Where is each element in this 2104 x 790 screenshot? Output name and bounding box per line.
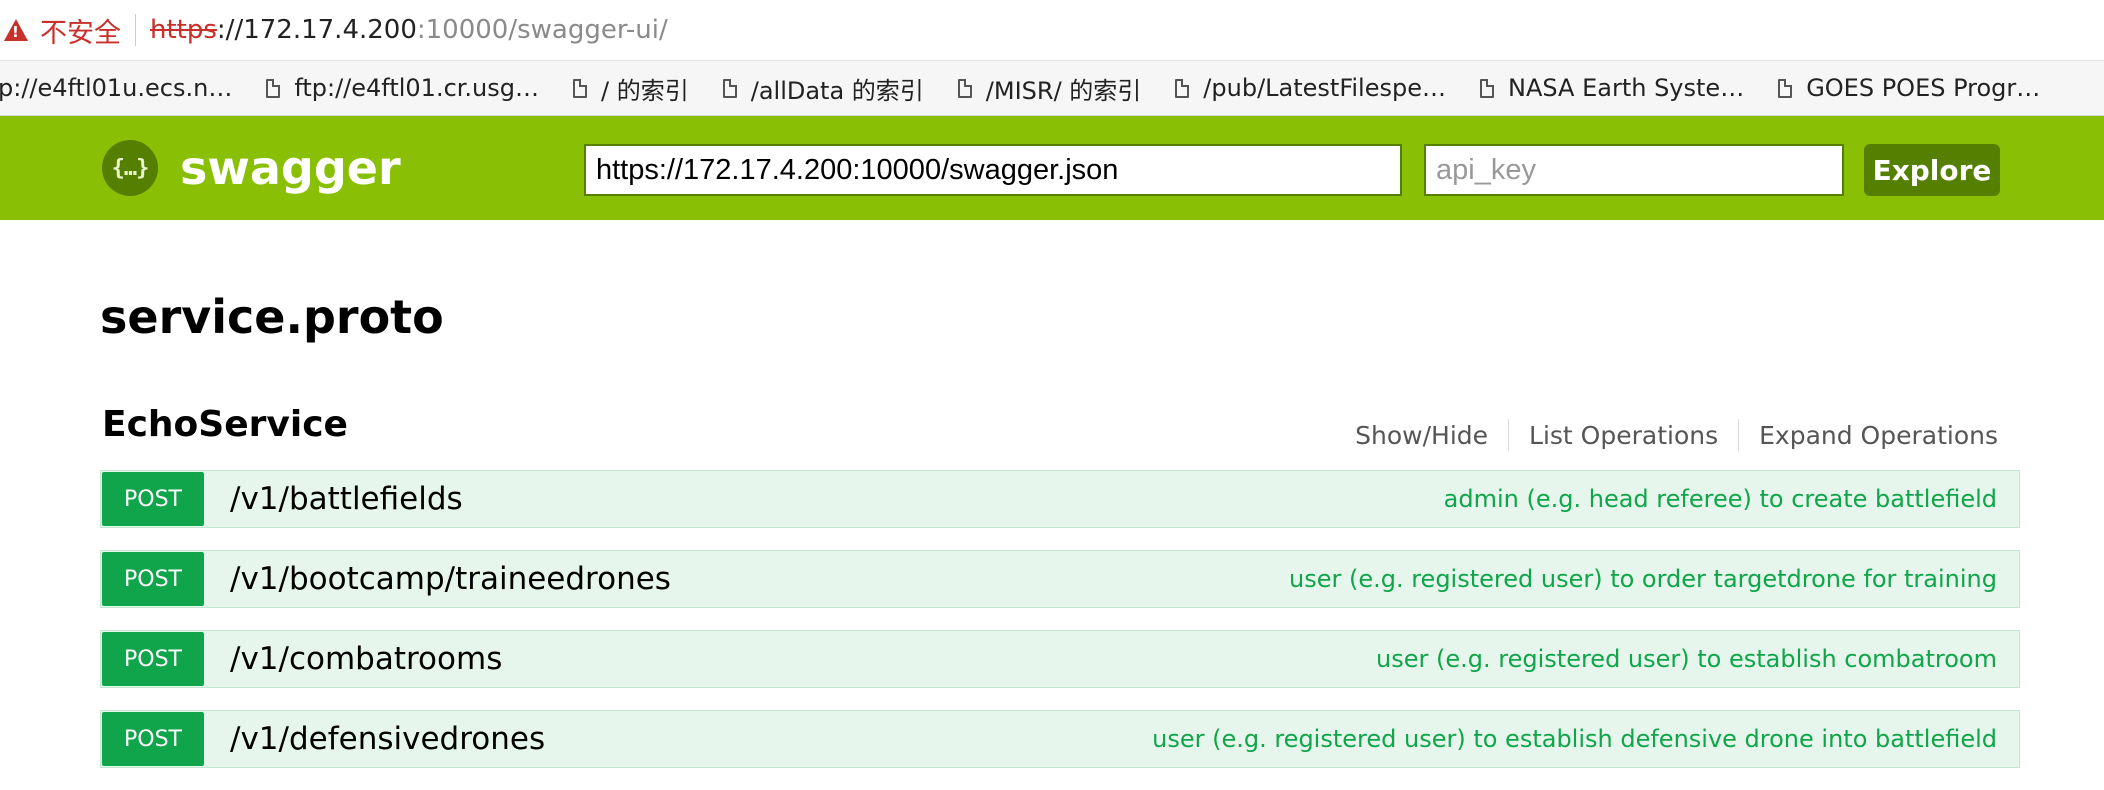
bookmark-label: / 的索引: [601, 76, 689, 105]
operation-path[interactable]: /v1/combatrooms: [230, 641, 502, 677]
swagger-logo-text: swagger: [180, 141, 401, 195]
api-key-input[interactable]: [1424, 144, 1844, 196]
warning-icon: [4, 19, 28, 41]
bookmarks-bar: p://e4ftl01u.ecs.n… ftp://e4ftl01.cr.usg…: [0, 61, 2104, 116]
bookmark-label: /pub/LatestFilespe…: [1203, 74, 1446, 102]
bookmark-label: /allData 的索引: [750, 76, 924, 105]
expand-operations-link[interactable]: Expand Operations: [1759, 421, 1998, 450]
bookmark-item[interactable]: p://e4ftl01u.ecs.n…: [0, 74, 232, 102]
operations-list: POST /v1/battlefields admin (e.g. head r…: [100, 470, 2020, 790]
document-icon: [1479, 78, 1494, 98]
operation-summary[interactable]: user (e.g. registered user) to establish…: [1152, 725, 1997, 753]
document-icon: [722, 78, 737, 98]
url-scheme: https: [150, 15, 217, 45]
bookmark-item[interactable]: NASA Earth Syste…: [1479, 74, 1745, 102]
bookmark-label: GOES POES Progr…: [1806, 74, 2041, 102]
document-icon: [1175, 78, 1190, 98]
operation-summary[interactable]: user (e.g. registered user) to order tar…: [1289, 565, 1997, 593]
address-url[interactable]: https://172.17.4.200:10000/swagger-ui/: [150, 15, 668, 45]
bookmark-item[interactable]: /MISR/ 的索引: [957, 71, 1142, 106]
bookmark-label: ftp://e4ftl01.cr.usg…: [294, 74, 540, 102]
operation-path[interactable]: /v1/defensivedrones: [230, 721, 545, 757]
resource-name[interactable]: EchoService: [102, 404, 348, 445]
http-method-badge[interactable]: POST: [102, 472, 204, 526]
bookmark-label: NASA Earth Syste…: [1507, 74, 1745, 102]
http-method-badge[interactable]: POST: [102, 632, 204, 686]
insecure-label[interactable]: 不安全: [40, 11, 121, 50]
operation-path[interactable]: /v1/battlefields: [230, 481, 463, 517]
show-hide-link[interactable]: Show/Hide: [1355, 421, 1488, 450]
operation-row[interactable]: POST /v1/bootcamp/traineedrones user (e.…: [100, 550, 2020, 608]
operation-path[interactable]: /v1/bootcamp/traineedrones: [230, 561, 671, 597]
url-host: ://172.17.4.200: [216, 15, 417, 45]
bookmark-item[interactable]: /allData 的索引: [722, 71, 924, 106]
swagger-logo-icon: {…}: [102, 140, 158, 196]
document-icon: [573, 78, 588, 98]
document-icon: [957, 78, 972, 98]
url-path: :10000/swagger-ui/: [416, 15, 668, 45]
swagger-logo[interactable]: {…} swagger: [102, 140, 401, 196]
options-divider: [1738, 419, 1740, 451]
document-icon: [266, 78, 281, 98]
explore-button[interactable]: Explore: [1864, 144, 2000, 196]
bookmark-label: p://e4ftl01u.ecs.n…: [0, 74, 233, 102]
address-divider: [135, 14, 136, 46]
http-method-badge[interactable]: POST: [102, 552, 204, 606]
page-title: service.proto: [100, 290, 444, 344]
bookmark-label: /MISR/ 的索引: [985, 76, 1142, 105]
list-operations-link[interactable]: List Operations: [1529, 421, 1718, 450]
operation-summary[interactable]: user (e.g. registered user) to establish…: [1376, 645, 1997, 673]
browser-address-bar[interactable]: 不安全 https://172.17.4.200:10000/swagger-u…: [0, 0, 2104, 61]
operation-row[interactable]: POST /v1/battlefields admin (e.g. head r…: [100, 470, 2020, 528]
resource-options: Show/Hide List Operations Expand Operati…: [1355, 419, 1998, 451]
swagger-header: {…} swagger Explore: [0, 116, 2104, 220]
operation-summary[interactable]: admin (e.g. head referee) to create batt…: [1444, 485, 1997, 513]
bookmark-item[interactable]: /pub/LatestFilespe…: [1175, 74, 1446, 102]
options-divider: [1508, 419, 1510, 451]
operation-row[interactable]: POST /v1/combatrooms user (e.g. register…: [100, 630, 2020, 688]
bookmark-item[interactable]: ftp://e4ftl01.cr.usg…: [266, 74, 539, 102]
bookmark-item[interactable]: GOES POES Progr…: [1778, 74, 2040, 102]
operation-row[interactable]: POST /v1/defensivedrones user (e.g. regi…: [100, 710, 2020, 768]
document-icon: [1778, 78, 1793, 98]
bookmark-item[interactable]: / 的索引: [573, 71, 689, 106]
spec-url-input[interactable]: [584, 144, 1402, 196]
http-method-badge[interactable]: POST: [102, 712, 204, 766]
